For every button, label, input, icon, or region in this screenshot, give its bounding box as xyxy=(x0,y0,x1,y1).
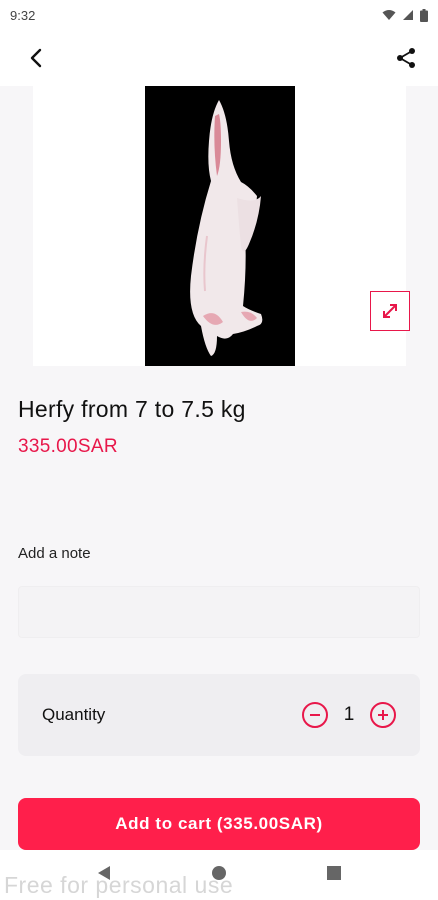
product-price: 335.00SAR xyxy=(18,436,118,457)
signal-icon xyxy=(403,10,413,20)
quantity-value: 1 xyxy=(343,704,355,725)
nav-recents-button[interactable] xyxy=(327,865,341,885)
quantity-card: Quantity 1 xyxy=(18,674,420,756)
product-title: Herfy from 7 to 7.5 kg xyxy=(18,396,246,422)
square-recents-icon xyxy=(327,865,341,880)
status-icons xyxy=(382,8,428,22)
product-image[interactable] xyxy=(145,86,295,366)
arrow-back-icon xyxy=(30,48,42,68)
back-button[interactable] xyxy=(22,44,50,72)
increase-quantity-button[interactable] xyxy=(370,702,396,728)
note-input[interactable] xyxy=(18,586,420,638)
minus-icon xyxy=(310,714,320,716)
expand-image-button[interactable] xyxy=(370,291,410,331)
quantity-stepper: 1 xyxy=(302,702,396,728)
product-image-area xyxy=(33,86,410,366)
wifi-icon xyxy=(382,10,396,20)
note-label: Add a note xyxy=(18,545,91,562)
share-button[interactable] xyxy=(392,44,420,72)
add-to-cart-button[interactable]: Add to cart (335.00SAR) xyxy=(18,798,420,850)
battery-icon xyxy=(420,8,428,22)
quantity-label: Quantity xyxy=(42,705,106,724)
status-bar: 9:32 xyxy=(0,0,438,30)
status-time: 9:32 xyxy=(10,7,36,23)
plus-icon xyxy=(378,710,388,720)
watermark-text: Free for personal use xyxy=(4,872,234,898)
lamb-carcass-illustration xyxy=(190,100,263,356)
share-icon xyxy=(397,48,415,68)
expand-icon xyxy=(383,304,397,318)
decrease-quantity-button[interactable] xyxy=(302,702,328,728)
top-app-bar xyxy=(0,30,438,86)
